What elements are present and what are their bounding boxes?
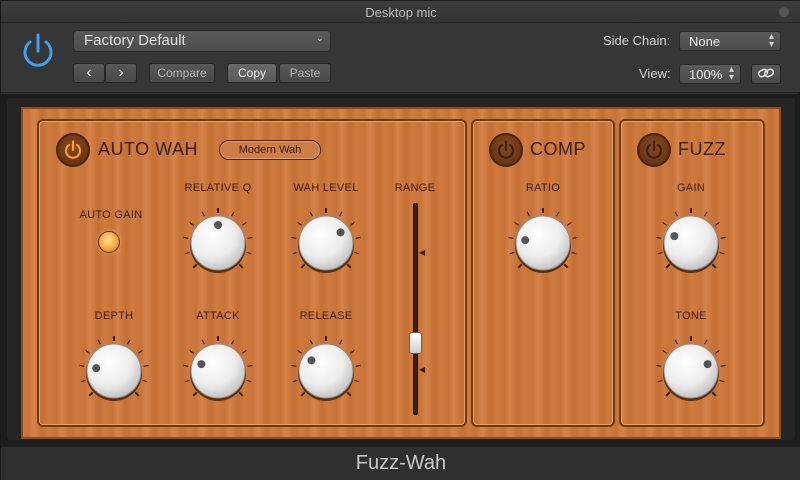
- compare-button[interactable]: Compare: [149, 63, 215, 83]
- plugin-footer: Fuzz-Wah: [1, 446, 800, 480]
- next-preset-button[interactable]: ›: [105, 63, 137, 83]
- comp-power-button[interactable]: [489, 133, 523, 167]
- ratio-knob[interactable]: [507, 207, 579, 279]
- fuzz-title: FUZZ: [678, 139, 726, 159]
- comp-title: COMP: [530, 139, 586, 159]
- knob-graphic: [656, 208, 726, 273]
- depth-label: DEPTH: [94, 310, 134, 322]
- gain-label: GAIN: [676, 182, 706, 194]
- range-thumb[interactable]: [409, 332, 422, 355]
- auto-gain-label: AUTO GAIN: [79, 209, 143, 221]
- knob-indicator: [703, 360, 712, 369]
- relative-q-knob[interactable]: [182, 207, 254, 279]
- up-down-icon: ▴ ▾: [728, 64, 734, 83]
- plugin-name: Fuzz-Wah: [355, 452, 447, 474]
- copy-button[interactable]: Copy: [227, 63, 277, 83]
- range-label: RANGE: [394, 182, 436, 194]
- range-marker-icon: ◀: [419, 365, 426, 374]
- preset-name: Factory Default: [84, 32, 186, 49]
- power-icon: [23, 33, 53, 67]
- link-button[interactable]: [751, 64, 781, 84]
- chevron-left-icon: ‹: [86, 64, 92, 81]
- attack-label: ATTACK: [196, 310, 240, 322]
- view-select[interactable]: 100% ▴ ▾: [679, 64, 741, 84]
- ratio-label: RATIO: [525, 182, 561, 194]
- up-down-icon: ▴ ▾: [768, 31, 774, 50]
- depth-knob[interactable]: [78, 335, 150, 407]
- knob-graphic: [291, 336, 361, 401]
- side-chain-select[interactable]: None ▴ ▾: [679, 31, 781, 51]
- knob-indicator: [214, 221, 222, 229]
- auto-gain-toggle[interactable]: [98, 231, 120, 253]
- knob-indicator: [521, 236, 530, 245]
- plugin-header: Factory Default ⌄ ‹ › Compare Copy Paste…: [1, 23, 800, 93]
- knob-indicator: [92, 364, 101, 373]
- side-chain-value: None: [689, 34, 721, 49]
- power-icon: [497, 140, 515, 159]
- knob-graphic: [508, 208, 578, 273]
- release-knob[interactable]: [290, 335, 362, 407]
- preset-menu[interactable]: Factory Default ⌄: [73, 30, 331, 52]
- knob-indicator: [670, 232, 679, 241]
- release-label: RELEASE: [299, 310, 353, 322]
- power-icon: [64, 140, 82, 159]
- tone-label: TONE: [675, 310, 707, 322]
- knob-graphic: [183, 336, 253, 401]
- tone-knob[interactable]: [655, 335, 727, 407]
- link-icon: [757, 68, 775, 78]
- range-slider[interactable]: ◀ ◀: [401, 203, 431, 415]
- knob-graphic: [291, 208, 361, 273]
- range-marker-icon: ◀: [419, 248, 426, 257]
- window-button[interactable]: [779, 7, 789, 17]
- knob-graphic: [79, 336, 149, 401]
- paste-button[interactable]: Paste: [279, 63, 331, 83]
- knob-indicator: [197, 360, 206, 369]
- chevron-down-icon: ⌄: [315, 33, 324, 44]
- plugin-window: Desktop mic Factory Default ⌄ ‹ › Compar…: [0, 0, 800, 480]
- relative-q-label: RELATIVE Q: [184, 182, 252, 194]
- side-chain-label: Side Chain:: [603, 33, 671, 48]
- view-label: View:: [639, 66, 671, 81]
- fuzz-power-button[interactable]: [637, 133, 671, 167]
- wah-level-knob[interactable]: [290, 207, 362, 279]
- title-bar: Desktop mic: [1, 1, 800, 23]
- attack-knob[interactable]: [182, 335, 254, 407]
- gain-knob[interactable]: [655, 207, 727, 279]
- view-value: 100%: [689, 67, 723, 82]
- previous-preset-button[interactable]: ‹: [73, 63, 105, 83]
- auto-wah-power-button[interactable]: [56, 133, 90, 167]
- range-track: [413, 203, 418, 415]
- plugin-power-button[interactable]: [17, 31, 59, 73]
- power-icon: [645, 140, 663, 159]
- knob-graphic: [656, 336, 726, 401]
- chevron-right-icon: ›: [118, 64, 124, 81]
- window-title: Desktop mic: [365, 5, 437, 20]
- knob-indicator: [307, 356, 316, 365]
- knob-graphic: [183, 208, 253, 273]
- wah-mode-button[interactable]: Modern Wah: [219, 140, 321, 160]
- knob-indicator: [336, 228, 345, 237]
- auto-wah-title: AUTO WAH: [98, 139, 199, 159]
